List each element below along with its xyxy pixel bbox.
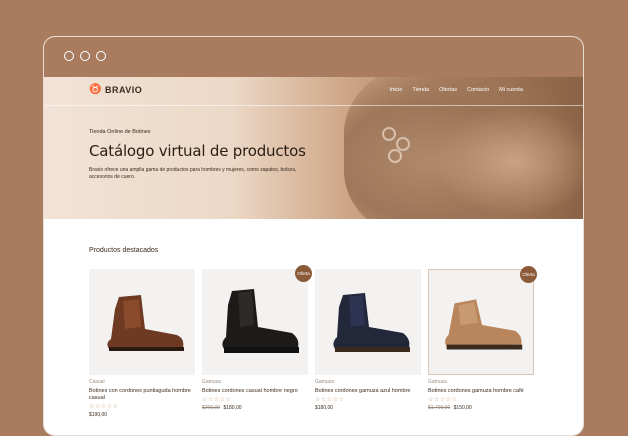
menu-item-contacto[interactable]: Contacto (467, 87, 489, 93)
brown-boot-icon (107, 295, 184, 351)
product-name[interactable]: Botines cordones gamuza hombre café (428, 388, 534, 395)
sale-badge: Oferta (295, 265, 312, 282)
product-category: Gamuza (428, 379, 447, 385)
star-icon: ☆☆☆☆☆ (315, 397, 345, 403)
section-title: Productos destacados (89, 247, 159, 254)
product-category: Casual (89, 379, 105, 385)
product-name[interactable]: Botines cordones gamuza azul hombre (315, 388, 421, 395)
bull-icon: ♉ (89, 84, 102, 95)
hero-subtitle: Tienda Online de Botines (89, 129, 151, 135)
top-nav: ♉ BRAVIO Inicio Tienda Ofertas Contacto … (44, 77, 583, 106)
product-card[interactable]: Gamuza Botines cordones gamuza azul homb… (315, 269, 421, 411)
hero-description: Bravio ofrece una amplia gama de product… (89, 167, 297, 180)
window-button-maximize[interactable] (96, 51, 106, 61)
product-name[interactable]: Botines con cordones puntiaguda hombre c… (89, 388, 195, 402)
product-card[interactable]: Oferta Gamuza Botines cordones casual ho… (202, 265, 312, 411)
site-logo[interactable]: ♉ BRAVIO (89, 84, 142, 95)
hero-title: Catálogo virtual de productos (89, 142, 306, 160)
product-price: $200,00 $180,00 (202, 405, 308, 411)
product-card[interactable]: Oferta Gamuza Botines cordones gamuza ho… (428, 266, 537, 411)
product-price: $1.790,00 $150,00 (428, 405, 534, 411)
star-icon: ☆☆☆☆☆ (89, 404, 119, 410)
product-current-price: $180,00 (315, 405, 334, 411)
black-boot-icon (222, 289, 299, 353)
product-old-price: $1.790,00 (428, 405, 451, 411)
title-bar (44, 37, 583, 77)
window-button-close[interactable] (64, 51, 74, 61)
product-category: Gamuza (315, 379, 334, 385)
product-image[interactable] (89, 269, 195, 375)
product-image[interactable]: Oferta (428, 266, 537, 375)
product-name[interactable]: Botines cordones casual hombre negro (202, 388, 308, 395)
navy-boot-icon (333, 293, 410, 352)
menu-item-mi-cuenta[interactable]: Mi cuenta (499, 87, 523, 93)
lace-eyelet (388, 149, 402, 163)
product-category: Gamuza (202, 379, 221, 385)
product-card[interactable]: Casual Botines con cordones puntiaguda h… (89, 269, 195, 418)
lace-eyelet (382, 127, 396, 141)
browser-window: ♉ BRAVIO Inicio Tienda Ofertas Contacto … (43, 36, 584, 436)
menu-item-ofertas[interactable]: Ofertas (439, 87, 457, 93)
product-image[interactable] (315, 269, 421, 375)
hero-boot-highlight (434, 107, 583, 217)
star-icon: ☆☆☆☆☆ (202, 397, 232, 403)
sale-badge: Oferta (520, 266, 537, 283)
logo-text: BRAVIO (104, 84, 143, 95)
star-icon: ☆☆☆☆☆ (428, 397, 458, 403)
product-old-price: $200,00 (202, 405, 221, 411)
product-current-price: $180,00 (223, 405, 242, 411)
product-image[interactable]: Oferta (202, 265, 312, 375)
product-price: $180,00 (315, 405, 421, 411)
menu-item-tienda[interactable]: Tienda (412, 87, 429, 93)
main-menu: Inicio Tienda Ofertas Contacto Mi cuenta (390, 87, 523, 93)
product-current-price: $150,00 (453, 405, 472, 411)
hero-banner: ♉ BRAVIO Inicio Tienda Ofertas Contacto … (44, 77, 583, 219)
window-button-minimize[interactable] (80, 51, 90, 61)
tan-chukka-icon (445, 299, 523, 350)
product-price: $190,00 (89, 412, 195, 418)
menu-item-inicio[interactable]: Inicio (390, 87, 403, 93)
product-current-price: $190,00 (89, 412, 108, 418)
